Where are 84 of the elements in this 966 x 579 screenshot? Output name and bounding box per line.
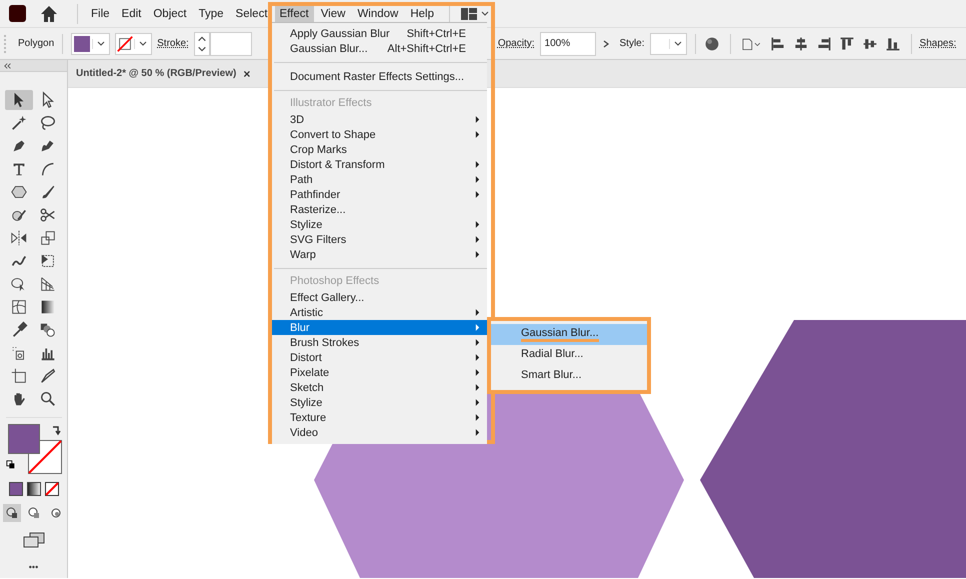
submenu-arrow-icon	[475, 309, 480, 316]
menu-item[interactable]: Gaussian Blur...	[491, 324, 647, 345]
align-left-icon[interactable]	[770, 36, 786, 52]
align-bottom-icon[interactable]	[884, 36, 901, 52]
menu-item[interactable]: SVG Filters	[272, 232, 487, 247]
align-right-icon[interactable]	[816, 36, 832, 52]
menu-item[interactable]: Blur	[272, 320, 487, 335]
submenu-arrow-icon	[475, 369, 480, 376]
menu-item[interactable]: Crop Marks	[272, 142, 487, 157]
app-logo-icon	[9, 5, 26, 22]
menu-item[interactable]: Object	[148, 4, 192, 22]
menu-item[interactable]: Sketch	[272, 380, 487, 395]
menu-item[interactable]: Distort	[272, 350, 487, 365]
menu-item[interactable]: Texture	[272, 410, 487, 425]
screen-mode-icon[interactable]	[22, 532, 46, 548]
menu-item[interactable]: Window	[352, 4, 404, 22]
menu-item[interactable]: Edit	[116, 4, 146, 22]
document-tab[interactable]: Untitled-2* @ 50 % (RGB/Preview)	[68, 68, 240, 79]
gradient-mode-icon[interactable]	[26, 482, 40, 496]
submenu-arrow-icon	[475, 251, 480, 258]
shapes-label[interactable]: Shapes:	[920, 38, 956, 49]
color-mode-icon[interactable]	[8, 482, 22, 496]
menu-item[interactable]: Stylize	[272, 217, 487, 232]
object-type-label: Polygon	[18, 38, 54, 49]
menu-item[interactable]: Gaussian Blur... Alt+Shift+Ctrl+E	[272, 41, 487, 56]
menu-item[interactable]: Video	[272, 425, 487, 440]
submenu-arrow-icon	[475, 429, 480, 436]
more-tools-button[interactable]: •••	[28, 562, 38, 572]
menu-item[interactable]: Pixelate	[272, 365, 487, 380]
menu-item[interactable]: Brush Strokes	[272, 335, 487, 350]
fill-color-dropdown[interactable]	[71, 32, 110, 54]
submenu-arrow-icon	[475, 414, 480, 421]
stroke-label[interactable]: Stroke:	[157, 38, 189, 49]
fill-swatch[interactable]	[8, 424, 40, 454]
menu-item[interactable]: File	[86, 4, 115, 22]
menu-section-header: Illustrator Effects	[289, 97, 373, 111]
menu-item[interactable]: Warp	[272, 247, 487, 262]
menu-item[interactable]: Pathfinder	[272, 187, 487, 202]
menu-section-header: Photoshop Effects	[289, 275, 380, 289]
recolor-sphere-icon[interactable]	[704, 36, 720, 52]
menu-item[interactable]: Radial Blur...	[491, 345, 647, 366]
submenu-arrow-icon	[475, 339, 480, 346]
stroke-spinner[interactable]	[194, 32, 210, 56]
submenu-arrow-icon	[475, 399, 480, 406]
submenu-arrow-icon	[475, 161, 480, 168]
menu-item[interactable]: Select	[230, 4, 273, 22]
menu-item[interactable]: Rasterize...	[272, 202, 487, 217]
submenu-arrow-icon	[475, 191, 480, 198]
collapse-icon[interactable]	[4, 62, 12, 68]
stroke-color-dropdown[interactable]	[115, 32, 152, 54]
submenu-arrow-icon	[475, 236, 480, 243]
menu-item[interactable]: Path	[272, 172, 487, 187]
submenu-arrow-icon	[475, 131, 480, 138]
opacity-label[interactable]: Opacity:	[498, 38, 535, 49]
align-center-icon[interactable]	[792, 36, 809, 52]
home-icon[interactable]	[39, 4, 59, 24]
menu-item[interactable]: 3D	[272, 112, 487, 127]
stroke-weight-field[interactable]	[210, 32, 252, 56]
submenu-arrow-icon	[475, 354, 480, 361]
submenu-arrow-icon	[475, 116, 480, 123]
submenu-arrow-icon	[475, 176, 480, 183]
none-mode-icon[interactable]	[44, 482, 58, 496]
submenu-arrow-icon	[475, 324, 480, 331]
menu-item[interactable]: Document Raster Effects Settings...	[272, 69, 487, 84]
align-top-icon[interactable]	[838, 36, 855, 52]
no-stroke-icon	[116, 34, 134, 52]
menu-item[interactable]: Smart Blur...	[491, 366, 647, 387]
submenu-arrow-icon	[475, 384, 480, 391]
selection-tool-icon[interactable]	[5, 90, 33, 110]
menu-item[interactable]: Apply Gaussian Blur Shift+Ctrl+E	[272, 26, 487, 41]
menu-item[interactable]: Convert to Shape	[272, 127, 487, 142]
close-tab-button[interactable]: ×	[240, 66, 254, 80]
menu-item[interactable]: View	[316, 4, 350, 22]
menu-item[interactable]: Artistic	[272, 305, 487, 320]
submenu-arrow-icon	[475, 221, 480, 228]
menu-item[interactable]: Stylize	[272, 395, 487, 410]
opacity-field[interactable]: 100%	[540, 32, 596, 56]
style-label: Style:	[620, 38, 645, 49]
draw-normal-icon[interactable]	[2, 504, 20, 522]
default-colors-icon[interactable]	[6, 460, 16, 470]
menu-item[interactable]: Help	[405, 4, 439, 22]
menu-item[interactable]: Distort & Transform	[272, 157, 487, 172]
menu-item[interactable]: Type	[194, 4, 229, 22]
menu-item[interactable]: Effect Gallery...	[272, 290, 487, 305]
